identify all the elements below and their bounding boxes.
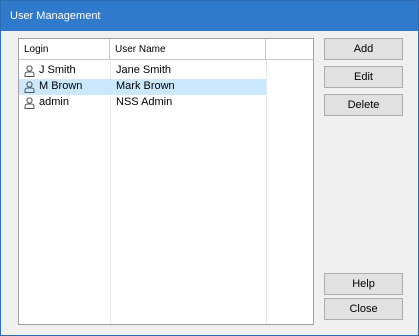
user-management-dialog: User Management Login User Name J Smith … xyxy=(0,0,419,336)
column-header-filler xyxy=(266,39,313,60)
dialog-body: Login User Name J Smith Jane Smith M Bro… xyxy=(1,31,418,335)
user-icon xyxy=(24,65,35,77)
user-icon xyxy=(24,81,35,93)
list-row-admin[interactable]: admin NSS Admin xyxy=(19,95,266,111)
add-button[interactable]: Add xyxy=(324,38,403,60)
column-header-login[interactable]: Login xyxy=(19,39,110,60)
column-header-user-name[interactable]: User Name xyxy=(110,39,266,60)
cell-user-name: Jane Smith xyxy=(116,64,172,76)
window-title: User Management xyxy=(10,10,101,22)
list-header: Login User Name xyxy=(19,39,313,60)
user-list[interactable]: Login User Name J Smith Jane Smith M Bro… xyxy=(18,38,314,325)
cell-login: M Brown xyxy=(39,80,83,92)
cell-user-name: Mark Brown xyxy=(116,80,175,92)
title-bar[interactable]: User Management xyxy=(1,1,418,31)
help-button[interactable]: Help xyxy=(324,273,403,295)
delete-button[interactable]: Delete xyxy=(324,94,403,116)
list-row-m-brown[interactable]: M Brown Mark Brown xyxy=(19,79,266,95)
user-icon xyxy=(24,97,35,109)
cell-login: admin xyxy=(39,96,69,108)
column-divider xyxy=(266,60,267,324)
cell-login: J Smith xyxy=(39,64,76,76)
cell-user-name: NSS Admin xyxy=(116,96,173,108)
close-button[interactable]: Close xyxy=(324,298,403,320)
list-row-j-smith[interactable]: J Smith Jane Smith xyxy=(19,63,266,79)
edit-button[interactable]: Edit xyxy=(324,66,403,88)
